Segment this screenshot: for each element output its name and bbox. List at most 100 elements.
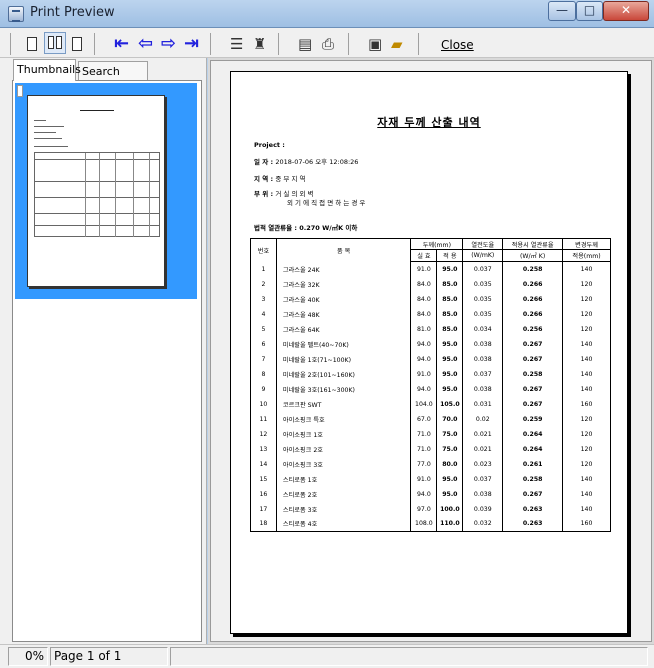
cell-applied: 95.0: [436, 471, 464, 487]
tab-thumbnails[interactable]: Thumbnails: [13, 59, 81, 81]
thumbnail-item[interactable]: [15, 83, 197, 299]
cell-k: 0.035: [462, 291, 504, 307]
table-row: 1 그라스울 24K 91.0 95.0 0.037 0.258 140: [250, 261, 611, 277]
cell-name: 아이소핑크 1호: [275, 426, 412, 442]
toolbar-separator: [10, 33, 11, 55]
cell-no: 4: [250, 306, 277, 322]
cell-no: 1: [250, 261, 277, 277]
cell-name: 그라스울 64K: [275, 321, 412, 337]
find-icon[interactable]: ♜: [253, 34, 266, 54]
date-label: 일 자 :: [254, 158, 274, 166]
cell-no: 5: [250, 321, 277, 337]
print-icon[interactable]: ⎙: [322, 34, 334, 54]
cell-name: 미네랄울 1호(71~100K): [275, 351, 412, 367]
cell-applied: 75.0: [436, 426, 464, 442]
cell-calc: 91.0: [410, 366, 438, 382]
document-page: 자재 두께 산출 내역 Project : 일 자 : 2018-07-06 오…: [230, 71, 628, 634]
app-icon: [8, 6, 24, 22]
cell-applied: 95.0: [436, 351, 464, 367]
cell-k: 0.031: [462, 396, 504, 412]
page-setup-icon[interactable]: ▤: [298, 34, 312, 54]
header-u-value: 적용시 열관류율: [502, 238, 564, 250]
cell-no: 6: [250, 336, 277, 352]
tab-search-result[interactable]: Search result: [78, 61, 148, 91]
cell-name: 스티로폼 2호: [275, 486, 412, 502]
cell-t: 120: [562, 411, 611, 427]
cell-t: 120: [562, 306, 611, 322]
thumb-table: [34, 152, 160, 237]
thumb-text-line: [34, 132, 56, 133]
outline-icon[interactable]: ☰: [230, 34, 243, 54]
cell-calc: 91.0: [410, 261, 438, 277]
cell-u: 0.258: [502, 366, 564, 382]
close-window-button[interactable]: ✕: [603, 1, 649, 21]
cell-k: 0.035: [462, 276, 504, 292]
open-icon[interactable]: ▰: [391, 34, 403, 54]
minimize-button[interactable]: —: [548, 1, 576, 21]
cell-u: 0.267: [502, 396, 564, 412]
cell-k: 0.039: [462, 501, 504, 517]
toolbar-separator: [418, 33, 419, 55]
cell-calc: 71.0: [410, 426, 438, 442]
cell-applied: 100.0: [436, 501, 464, 517]
cell-t: 140: [562, 261, 611, 277]
cell-u: 0.264: [502, 426, 564, 442]
cell-applied: 70.0: [436, 411, 464, 427]
cell-applied: 80.0: [436, 456, 464, 472]
cell-calc: 84.0: [410, 276, 438, 292]
table-row: 13 아이소핑크 2호 71.0 75.0 0.021 0.264 120: [250, 441, 611, 457]
sidebar: Thumbnails Search result: [0, 58, 207, 644]
preview-pane: 자재 두께 산출 내역 Project : 일 자 : 2018-07-06 오…: [208, 58, 654, 644]
cell-k: 0.032: [462, 516, 504, 532]
window-title: Print Preview: [30, 5, 115, 20]
cell-u: 0.263: [502, 501, 564, 517]
thumb-text-line: [34, 126, 64, 127]
cell-k: 0.034: [462, 321, 504, 337]
prev-page-icon[interactable]: ⇦: [138, 34, 153, 54]
cell-name: 스티로폼 1호: [275, 471, 412, 487]
table-row: 6 미네랄울 펠트(40~70K) 94.0 95.0 0.038 0.267 140: [250, 336, 611, 352]
cell-t: 120: [562, 456, 611, 472]
cell-applied: 85.0: [436, 291, 464, 307]
cell-name: 미네랄울 3호(161~300K): [275, 381, 412, 397]
cell-name: 아이소핑크 2호: [275, 441, 412, 457]
cell-calc: 94.0: [410, 381, 438, 397]
region-label: 지 역 :: [254, 175, 274, 183]
last-page-icon[interactable]: ⇥: [184, 34, 199, 54]
cell-calc: 71.0: [410, 441, 438, 457]
header-applied: 적 용: [436, 249, 464, 262]
cell-t: 140: [562, 471, 611, 487]
cell-t: 120: [562, 426, 611, 442]
cell-u: 0.263: [502, 516, 564, 532]
page-thumbnail[interactable]: [27, 95, 165, 287]
cell-calc: 91.0: [410, 471, 438, 487]
multi-page-icon[interactable]: [72, 37, 82, 51]
header-order: 변경두께: [562, 238, 611, 250]
region-value: 중 부 지 역: [275, 175, 306, 183]
header-thickness: 두께(mm): [410, 238, 464, 250]
cell-calc: 97.0: [410, 501, 438, 517]
maximize-button[interactable]: □: [576, 1, 603, 21]
next-page-icon[interactable]: ⇨: [161, 34, 176, 54]
single-page-icon[interactable]: [27, 37, 37, 51]
close-button[interactable]: Close: [441, 38, 474, 52]
cell-calc: 84.0: [410, 306, 438, 322]
cell-k: 0.038: [462, 381, 504, 397]
cell-calc: 67.0: [410, 411, 438, 427]
cell-calc: 77.0: [410, 456, 438, 472]
two-pages-icon[interactable]: [44, 32, 66, 54]
document-title: 자재 두께 산출 내역: [377, 116, 481, 129]
table-row: 10 코르크판 SWT 104.0 105.0 0.031 0.267 160: [250, 396, 611, 412]
cell-applied: 85.0: [436, 321, 464, 337]
cell-k: 0.037: [462, 366, 504, 382]
cell-u: 0.261: [502, 456, 564, 472]
first-page-icon[interactable]: ⇤: [114, 34, 129, 54]
cell-applied: 95.0: [436, 381, 464, 397]
preview-area[interactable]: 자재 두께 산출 내역 Project : 일 자 : 2018-07-06 오…: [210, 60, 652, 642]
cell-k: 0.021: [462, 441, 504, 457]
zoom-status: 0%: [8, 647, 48, 666]
header-order-unit: 적용(mm): [562, 249, 611, 262]
toolbar-separator: [210, 33, 211, 55]
table-row: 12 아이소핑크 1호 71.0 75.0 0.021 0.264 120: [250, 426, 611, 442]
save-icon[interactable]: ▣: [368, 34, 382, 54]
